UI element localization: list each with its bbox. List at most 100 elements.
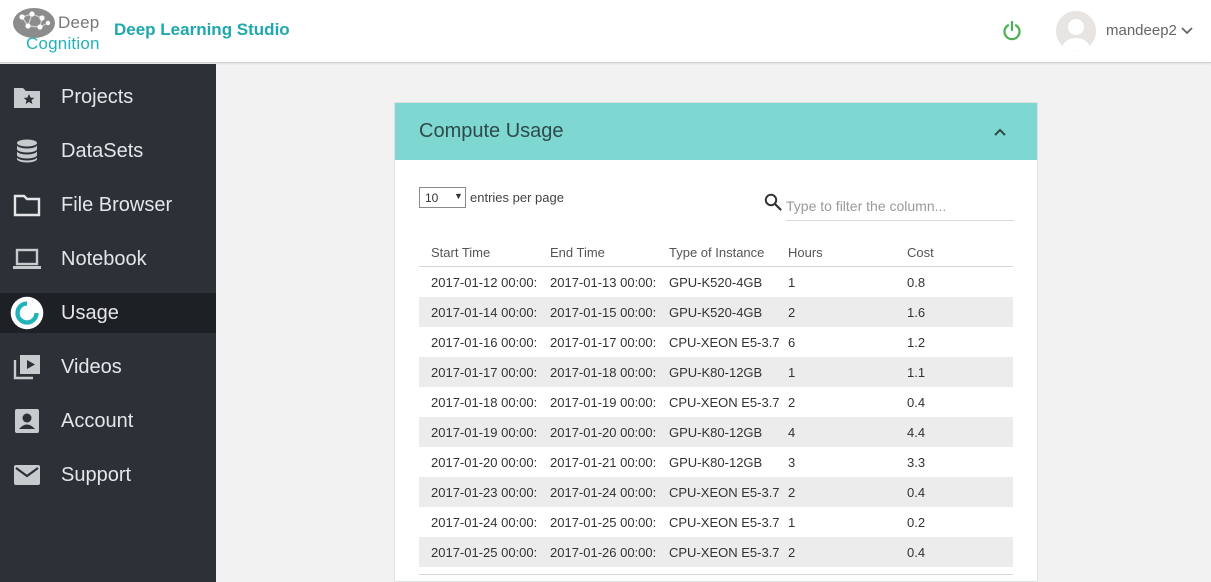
sidebar-item-label: Videos xyxy=(61,356,122,378)
cell-hours: 3 xyxy=(788,455,796,470)
sidebar-item-label: Notebook xyxy=(61,248,147,270)
cell-hours: 2 xyxy=(788,545,796,560)
column-header-start-time[interactable]: Start Time xyxy=(431,245,539,260)
page-size-select[interactable]: 10 ▼ xyxy=(419,187,466,208)
cell-hours: 2 xyxy=(788,395,796,410)
logo-text-cognition: Cognition xyxy=(26,34,100,53)
cell-cost: 0.4 xyxy=(907,485,926,500)
sidebar-item-datasets[interactable]: DataSets xyxy=(0,131,216,171)
app-title[interactable]: Deep Learning Studio xyxy=(114,20,290,40)
table-row: 2017-01-19 00:00: 2017-01-20 00:00: GPU-… xyxy=(419,417,1013,447)
cell-end-time: 2017-01-26 00:00: xyxy=(550,545,657,560)
compute-usage-card: Compute Usage 10 ▼ entries per page Star… xyxy=(394,102,1038,582)
sidebar-item-notebook[interactable]: Notebook xyxy=(0,239,216,279)
chevron-up-icon[interactable] xyxy=(992,124,1008,140)
table-row: 2017-01-24 00:00: 2017-01-25 00:00: CPU-… xyxy=(419,507,1013,537)
sidebar-item-support[interactable]: Support xyxy=(0,455,216,495)
sidebar-item-file-browser[interactable]: File Browser xyxy=(0,185,216,225)
usage-ring-icon xyxy=(10,296,44,330)
sidebar-item-label: Usage xyxy=(61,302,119,324)
cell-start-time: 2017-01-19 00:00: xyxy=(431,425,538,440)
cell-cost: 0.8 xyxy=(907,275,926,290)
cell-instance-type: CPU-XEON E5-3.7! xyxy=(669,485,779,500)
column-header-hours[interactable]: Hours xyxy=(788,245,888,260)
cell-start-time: 2017-01-14 00:00: xyxy=(431,305,538,320)
cell-cost: 1.6 xyxy=(907,305,926,320)
cell-hours: 4 xyxy=(788,425,796,440)
cell-instance-type: CPU-XEON E5-3.7! xyxy=(669,395,779,410)
cell-start-time: 2017-01-24 00:00: xyxy=(431,515,538,530)
cell-start-time: 2017-01-12 00:00: xyxy=(431,275,538,290)
cell-instance-type: GPU-K520-4GB xyxy=(669,305,763,320)
table-row: 2017-01-23 00:00: 2017-01-24 00:00: CPU-… xyxy=(419,477,1013,507)
table-header: Start Time End Time Type of Instance Hou… xyxy=(419,237,1013,267)
table-row: 2017-01-25 00:00: 2017-01-26 00:00: CPU-… xyxy=(419,537,1013,567)
laptop-icon xyxy=(13,248,41,269)
envelope-icon xyxy=(14,465,40,485)
deep-cognition-logo[interactable]: Deep Cognition xyxy=(10,3,110,55)
database-icon xyxy=(17,139,37,163)
card-title: Compute Usage xyxy=(419,120,564,142)
cell-start-time: 2017-01-17 00:00: xyxy=(431,365,538,380)
video-library-icon xyxy=(13,355,40,380)
sidebar-item-label: DataSets xyxy=(61,140,144,162)
cell-hours: 2 xyxy=(788,305,796,320)
cell-end-time: 2017-01-18 00:00: xyxy=(550,365,657,380)
column-header-instance-type[interactable]: Type of Instance xyxy=(669,245,779,260)
folder-icon xyxy=(13,194,41,217)
cell-instance-type: CPU-XEON E5-3.7! xyxy=(669,335,779,350)
sidebar-item-label: Account xyxy=(61,410,134,432)
sidebar-item-label: File Browser xyxy=(61,194,173,216)
cell-cost: 3.3 xyxy=(907,455,926,470)
table-divider xyxy=(419,574,1013,575)
cell-end-time: 2017-01-25 00:00: xyxy=(550,515,657,530)
cell-cost: 4.4 xyxy=(907,425,926,440)
top-header: Deep Cognition Deep Learning Studio mand… xyxy=(0,0,1211,63)
page-size-value: 10 xyxy=(425,191,439,205)
cell-hours: 1 xyxy=(788,515,796,530)
cell-cost: 1.2 xyxy=(907,335,926,350)
cell-instance-type: GPU-K520-4GB xyxy=(669,275,763,290)
table-row: 2017-01-12 00:00: 2017-01-13 00:00: GPU-… xyxy=(419,267,1013,297)
username[interactable]: mandeep2 xyxy=(1106,22,1177,39)
cell-end-time: 2017-01-15 00:00: xyxy=(550,305,657,320)
cell-start-time: 2017-01-25 00:00: xyxy=(431,545,538,560)
table-row: 2017-01-16 00:00: 2017-01-17 00:00: CPU-… xyxy=(419,327,1013,357)
cell-cost: 1.1 xyxy=(907,365,926,380)
sidebar-item-account[interactable]: Account xyxy=(0,401,216,441)
account-box-icon xyxy=(15,409,39,433)
cell-instance-type: GPU-K80-12GB xyxy=(669,425,763,440)
sidebar-item-usage[interactable]: Usage xyxy=(0,293,216,333)
cell-instance-type: CPU-XEON E5-3.7! xyxy=(669,545,779,560)
column-filter-input[interactable] xyxy=(786,191,1014,221)
caret-down-icon: ▼ xyxy=(454,191,463,201)
entries-per-page-label: entries per page xyxy=(470,190,564,205)
cell-cost: 0.4 xyxy=(907,395,926,410)
user-avatar[interactable] xyxy=(1056,11,1096,51)
sidebar-item-videos[interactable]: Videos xyxy=(0,347,216,387)
logo-text-deep: Deep xyxy=(58,13,100,32)
cell-cost: 0.4 xyxy=(907,545,926,560)
sidebar: Projects DataSets File Browser Notebook … xyxy=(0,64,216,582)
column-header-end-time[interactable]: End Time xyxy=(550,245,658,260)
cell-instance-type: GPU-K80-12GB xyxy=(669,365,763,380)
cell-start-time: 2017-01-18 00:00: xyxy=(431,395,538,410)
cell-instance-type: CPU-XEON E5-3.7! xyxy=(669,515,779,530)
cell-end-time: 2017-01-17 00:00: xyxy=(550,335,657,350)
sidebar-item-projects[interactable]: Projects xyxy=(0,77,216,117)
chevron-down-icon[interactable] xyxy=(1180,24,1194,38)
table-row: 2017-01-18 00:00: 2017-01-19 00:00: CPU-… xyxy=(419,387,1013,417)
cell-end-time: 2017-01-13 00:00: xyxy=(550,275,657,290)
usage-table: Start Time End Time Type of Instance Hou… xyxy=(419,237,1013,567)
cell-end-time: 2017-01-20 00:00: xyxy=(550,425,657,440)
cell-end-time: 2017-01-24 00:00: xyxy=(550,485,657,500)
card-header[interactable]: Compute Usage xyxy=(395,103,1037,160)
sidebar-item-label: Support xyxy=(61,464,132,486)
cell-start-time: 2017-01-23 00:00: xyxy=(431,485,538,500)
table-row: 2017-01-14 00:00: 2017-01-15 00:00: GPU-… xyxy=(419,297,1013,327)
column-header-cost[interactable]: Cost xyxy=(907,245,1007,260)
table-row: 2017-01-20 00:00: 2017-01-21 00:00: GPU-… xyxy=(419,447,1013,477)
cell-hours: 1 xyxy=(788,365,796,380)
table-row: 2017-01-17 00:00: 2017-01-18 00:00: GPU-… xyxy=(419,357,1013,387)
power-icon[interactable] xyxy=(1000,19,1024,43)
